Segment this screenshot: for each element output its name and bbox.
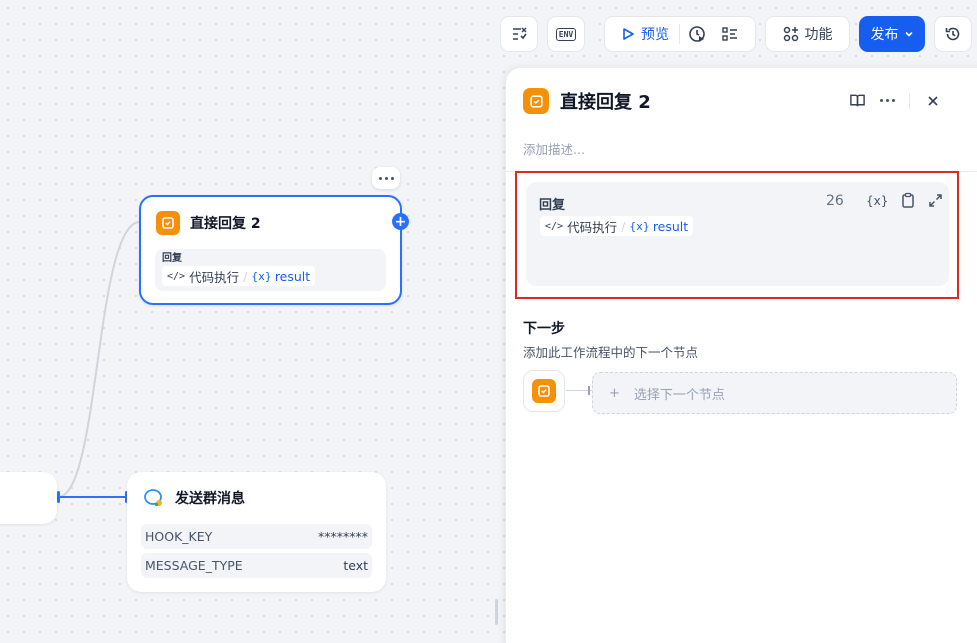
close-icon [928,95,938,106]
expand-icon [929,194,943,207]
reply-panel-icon [523,88,549,114]
publish-label: 发布 [870,27,899,43]
node-settings-panel: 直接回复 2 添加描述... 回复 26 {x} </> 代码执行 / {x} … [505,67,977,643]
variables-button[interactable] [714,17,746,51]
select-next-node-button[interactable]: + 选择下一个节点 [592,372,957,414]
plus-icon: + [609,385,620,401]
var-separator: / [243,268,248,284]
insert-variable-button[interactable]: {x} [866,194,888,208]
var-separator: / [621,218,626,234]
next-connector-end [588,386,590,395]
next-step-description: 添加此工作流程中的下一个节点 [523,345,699,360]
reply-node-title: 直接回复 2 [190,216,261,232]
current-node-thumb [523,370,565,412]
book-icon [850,94,865,107]
param-key: MESSAGE_TYPE [145,558,243,573]
close-button[interactable] [926,94,940,108]
copy-button[interactable] [900,192,916,209]
reply-node[interactable]: 直接回复 2 回复 </> 代码执行 / {x} result [139,195,402,305]
env-label: ENV [555,27,577,41]
checklist-icon [513,27,527,40]
description-input[interactable]: 添加描述... [523,139,585,158]
reply-char-count: 26 [826,193,844,209]
param-row: HOOK_KEY ******** [141,524,372,549]
upstream-node[interactable] [0,472,57,524]
next-step-title: 下一步 [523,321,565,337]
history-icon [945,27,960,41]
version-history-button[interactable] [934,16,972,52]
chevron-down-icon [904,31,913,37]
env-button[interactable]: ENV [547,16,585,52]
reply-variable: </> 代码执行 / {x} result [540,216,694,236]
docs-button[interactable] [849,92,866,109]
param-row: MESSAGE_TYPE text [141,553,372,578]
features-button[interactable]: 功能 [765,16,850,52]
clock-play-icon [689,26,705,42]
features-label: 功能 [804,27,833,43]
group-message-node-title: 发送群消息 [175,491,245,507]
param-value: ******** [318,529,368,544]
param-value: text [343,558,368,573]
checklist-button[interactable] [500,16,538,52]
var-name: result [652,218,689,234]
reply-node-field: 回复 </> 代码执行 / {x} result [155,249,386,291]
code-icon: </> [167,270,186,282]
preview-label: 预览 [641,27,669,43]
var-source: 代码执行 [189,269,240,285]
preview-button[interactable]: 预览 [605,17,679,51]
reply-highlight: 回复 26 {x} </> 代码执行 / {x} result [515,171,959,299]
variable-icon: {x} [629,219,650,233]
reply-node-field-label: 回复 [162,253,182,264]
variable-icon: {x} [251,269,272,283]
reply-node-variable: </> 代码执行 / {x} result [162,266,316,286]
clipboard-icon [902,192,915,208]
action-divider [909,92,910,109]
reply-node-icon [156,211,180,235]
more-menu-button[interactable] [880,99,895,102]
publish-button[interactable]: 发布 [859,16,925,52]
reply-thumb-icon [532,379,556,403]
chat-icon [144,489,162,507]
features-icon [783,26,798,42]
code-icon: </> [545,220,564,232]
node-more-button[interactable] [372,167,400,189]
add-next-node-handle[interactable]: + [392,213,409,230]
var-source: 代码执行 [567,219,618,235]
source-handle[interactable] [57,491,60,503]
reply-label: 回复 [539,198,566,213]
param-key: HOOK_KEY [145,529,213,544]
panel-title: 直接回复 2 [560,92,651,113]
reply-editor[interactable]: 回复 26 {x} </> 代码执行 / {x} result [526,182,949,286]
select-next-node-label: 选择下一个节点 [633,387,725,403]
expand-button[interactable] [928,193,943,208]
group-message-node[interactable]: 发送群消息 HOOK_KEY ******** MESSAGE_TYPE tex… [127,472,386,592]
var-name: result [274,268,311,284]
run-history-button[interactable] [680,17,714,51]
play-icon [623,28,634,40]
panel-resize-handle[interactable] [495,599,498,625]
run-group: 预览 [604,16,756,52]
list-icon [722,27,737,41]
